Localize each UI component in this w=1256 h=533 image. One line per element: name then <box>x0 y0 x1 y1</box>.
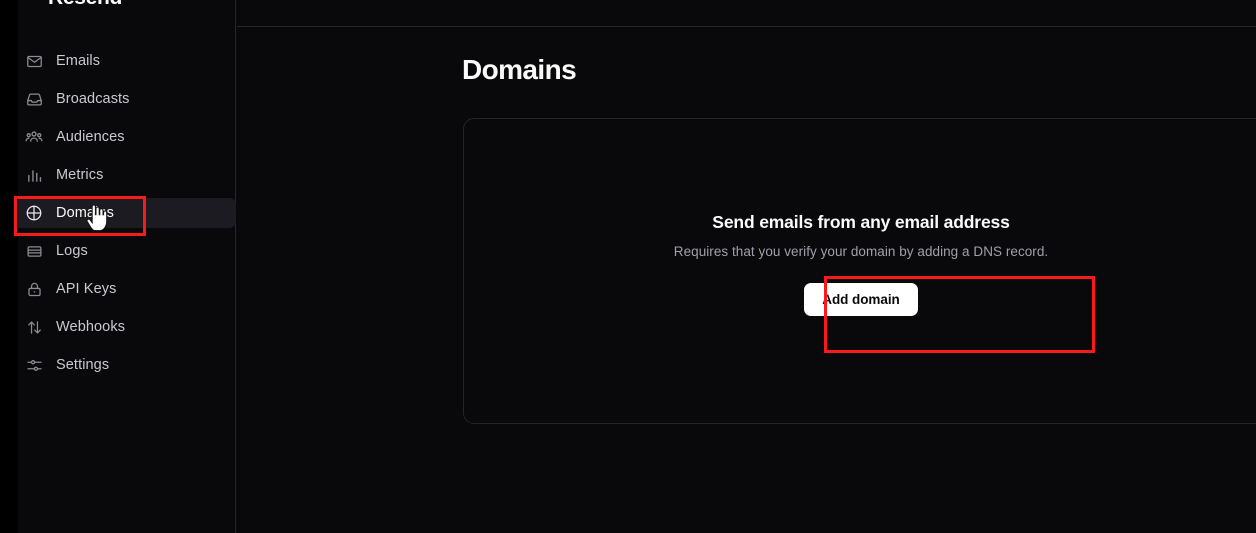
sidebar-nav: Emails Broadcasts Audiences Metrics Doma… <box>18 46 236 388</box>
sidebar-label: API Keys <box>56 281 117 297</box>
page-title: Domains <box>462 54 577 85</box>
empty-state-title: Send emails from any email address <box>712 212 1010 232</box>
envelope-icon <box>25 52 43 70</box>
sidebar-item-webhooks[interactable]: Webhooks <box>18 312 236 342</box>
sidebar-item-settings[interactable]: Settings <box>18 350 236 380</box>
empty-state: Send emails from any email address Requi… <box>464 212 1256 316</box>
sidebar-item-domains[interactable]: Domains <box>18 198 236 228</box>
sidebar-label: Emails <box>56 53 101 69</box>
sidebar-item-logs[interactable]: Logs <box>18 236 236 266</box>
sidebar: Resend Emails Broadcast <box>18 0 236 533</box>
lock-icon <box>25 280 43 298</box>
sidebar-label: Domains <box>56 205 114 221</box>
bar-chart-icon <box>25 166 43 184</box>
empty-state-subtitle: Requires that you verify your domain by … <box>673 244 1049 259</box>
window-left-edge <box>0 0 18 533</box>
users-group-icon <box>25 128 43 146</box>
sidebar-item-emails[interactable]: Emails <box>18 46 236 76</box>
add-domain-button[interactable]: Add domain <box>804 283 918 316</box>
sidebar-item-api-keys[interactable]: API Keys <box>18 274 236 304</box>
header-divider <box>237 26 1256 27</box>
sidebar-item-broadcasts[interactable]: Broadcasts <box>18 84 236 114</box>
sliders-icon <box>25 356 43 374</box>
sidebar-label: Broadcasts <box>56 91 130 107</box>
logs-icon <box>25 242 43 260</box>
brand-logo[interactable]: Resend <box>48 0 122 10</box>
sidebar-label: Logs <box>56 243 88 259</box>
sidebar-label: Webhooks <box>56 319 126 335</box>
resend-dashboard: Resend Emails Broadcast <box>0 0 1256 533</box>
inbox-tray-icon <box>25 90 43 108</box>
sidebar-item-audiences[interactable]: Audiences <box>18 122 236 152</box>
sidebar-label: Settings <box>56 357 110 373</box>
sidebar-label: Audiences <box>56 129 125 145</box>
sidebar-label: Metrics <box>56 167 104 183</box>
sidebar-item-metrics[interactable]: Metrics <box>18 160 236 190</box>
arrows-updown-icon <box>25 318 43 336</box>
main-content: Domains Send emails from any email addre… <box>237 0 1256 533</box>
globe-icon <box>25 204 43 222</box>
domains-empty-card: Send emails from any email address Requi… <box>463 118 1256 424</box>
